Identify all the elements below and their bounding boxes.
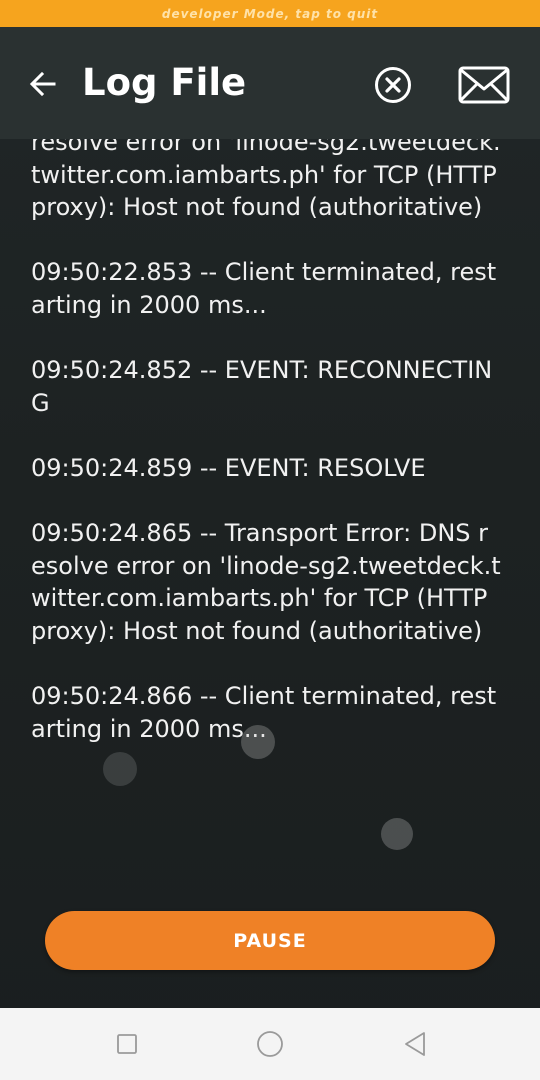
touch-indicator [381,818,413,850]
log-entry: resolve error on 'linode-sg2.tweetdeck.t… [31,128,501,222]
system-navigation-bar [0,1008,540,1080]
app-bar: Log File [0,27,540,139]
email-log-button[interactable] [456,63,512,107]
screen: developer Mode, tap to quit resolve erro… [0,0,540,1080]
log-view[interactable]: resolve error on 'linode-sg2.tweetdeck.t… [31,96,501,896]
developer-mode-banner[interactable]: developer Mode, tap to quit [0,0,540,27]
pause-button[interactable]: PAUSE [45,911,495,970]
recents-button[interactable] [109,1026,145,1062]
circle-icon [257,1031,283,1057]
pause-button-label: PAUSE [233,929,307,952]
log-entry: 09:50:24.865 -- Transport Error: DNS res… [31,519,501,645]
circle-x-icon [375,67,411,103]
developer-mode-banner-text: developer Mode, tap to quit [161,6,379,21]
log-entry: 09:50:24.859 -- EVENT: RESOLVE [31,453,426,482]
square-icon [117,1034,137,1054]
back-nav-button[interactable] [397,1026,433,1062]
back-button[interactable] [22,63,64,105]
arrow-left-icon [29,71,56,97]
touch-indicator [103,752,137,786]
page-title: Log File [82,61,247,104]
log-entry: 09:50:24.852 -- EVENT: RECONNECTING [31,356,493,417]
envelope-icon [458,66,510,104]
log-list: resolve error on 'linode-sg2.tweetdeck.t… [31,126,501,778]
touch-indicator [241,725,275,759]
home-button[interactable] [252,1026,288,1062]
log-entry: 09:50:22.853 -- Client terminated, resta… [31,258,497,319]
clear-log-button[interactable] [372,64,414,106]
triangle-back-icon [405,1032,425,1056]
